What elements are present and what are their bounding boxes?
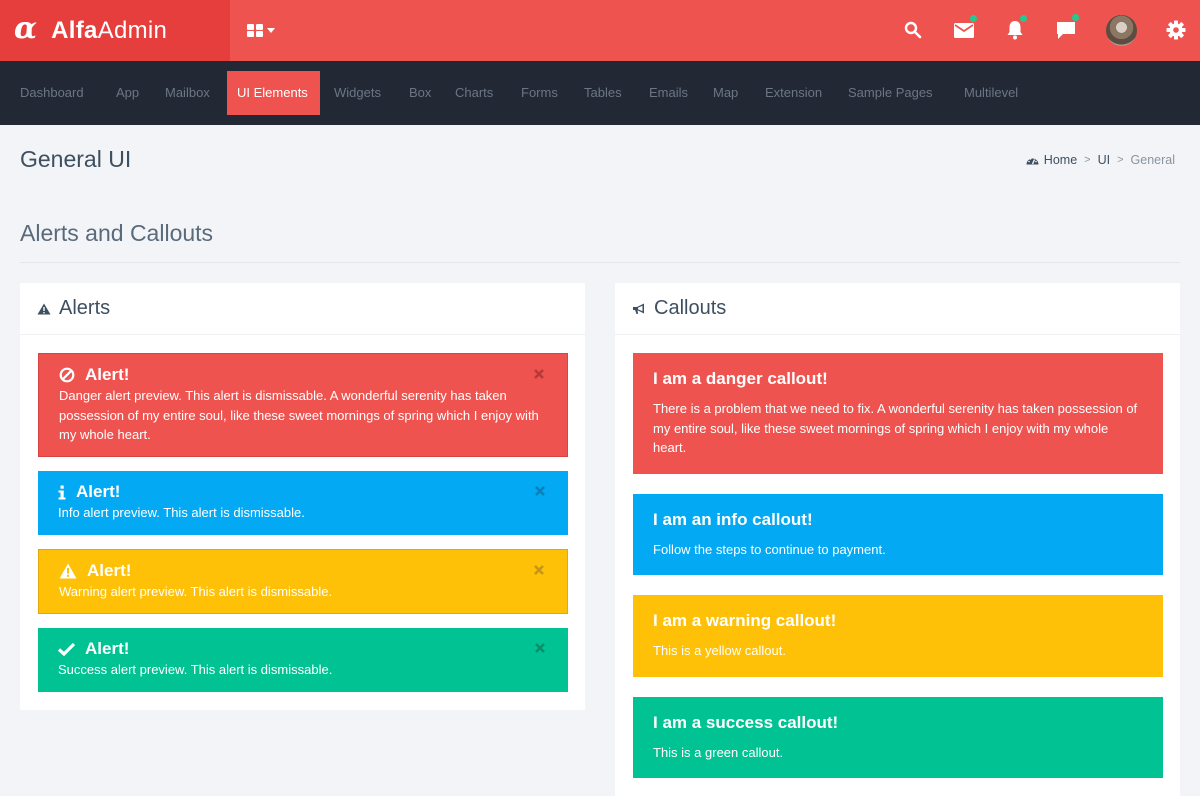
settings-button[interactable] xyxy=(1164,18,1188,42)
alert-success: Alert! Success alert preview. This alert… xyxy=(38,628,568,692)
gear-icon xyxy=(1166,20,1186,40)
alert-title: Alert! xyxy=(76,482,121,501)
breadcrumb-current: General xyxy=(1130,153,1175,167)
close-icon[interactable] xyxy=(534,485,546,497)
section-divider xyxy=(20,262,1180,263)
nav-item-ui-elements[interactable]: UI Elements xyxy=(227,71,320,115)
breadcrumb-separator: > xyxy=(1084,154,1091,166)
messages-button[interactable] xyxy=(1054,14,1079,42)
callout-text: This is a yellow callout. xyxy=(653,643,786,658)
alert-text: Success alert preview. This alert is dis… xyxy=(58,662,333,677)
close-icon[interactable] xyxy=(533,564,545,576)
nav-item-widgets[interactable]: Widgets xyxy=(324,71,391,115)
nav-item-mailbox[interactable]: Mailbox xyxy=(155,71,220,115)
alert-title: Alert! xyxy=(87,561,132,580)
search-button[interactable] xyxy=(901,18,925,42)
bell-icon xyxy=(1007,21,1023,40)
close-icon[interactable] xyxy=(533,368,545,380)
page-title: General UI xyxy=(20,146,132,172)
alert-info: Alert! Info alert preview. This alert is… xyxy=(38,471,568,535)
mail-icon xyxy=(954,23,974,38)
search-icon xyxy=(904,21,922,39)
callout-title: I am an info callout! xyxy=(653,510,813,529)
notifications-badge xyxy=(1020,15,1027,22)
alerts-box-title: Alerts xyxy=(59,297,111,319)
nav-item-forms[interactable]: Forms xyxy=(511,71,568,115)
close-icon[interactable] xyxy=(534,642,546,654)
mail-badge xyxy=(970,15,977,22)
alert-title: Alert! xyxy=(85,365,130,384)
breadcrumb-separator: > xyxy=(1117,154,1124,166)
messages-badge xyxy=(1072,14,1079,21)
warning-icon xyxy=(59,563,77,579)
nav-item-box[interactable]: Box xyxy=(399,71,441,115)
alert-text: Warning alert preview. This alert is dis… xyxy=(59,584,333,599)
callouts-box-header: Callouts xyxy=(615,283,1180,335)
callout-title: I am a success callout! xyxy=(653,713,839,732)
check-icon xyxy=(58,642,75,656)
nav-item-tables[interactable]: Tables xyxy=(574,71,632,115)
nav-item-multilevel[interactable]: Multilevel xyxy=(954,71,1028,115)
nav-item-app[interactable]: App xyxy=(106,71,149,115)
warning-icon xyxy=(37,303,51,314)
user-avatar[interactable] xyxy=(1106,15,1137,46)
alert-title: Alert! xyxy=(85,639,130,658)
callout-text: Follow the steps to continue to payment. xyxy=(653,542,886,557)
alert-text: Danger alert preview. This alert is dism… xyxy=(59,388,539,442)
ban-icon xyxy=(59,367,75,383)
main-nav: Dashboard App Mailbox UI Elements Widget… xyxy=(0,61,1200,125)
chat-icon xyxy=(1057,22,1075,39)
logo[interactable]: α AlfaAdmin xyxy=(0,0,230,61)
grid-icon xyxy=(247,23,263,37)
callout-warning: I am a warning callout! This is a yellow… xyxy=(633,595,1163,677)
alerts-box-header: Alerts xyxy=(20,283,585,335)
callouts-box-title: Callouts xyxy=(654,297,727,319)
info-icon xyxy=(58,485,66,499)
dashboard-gauge-icon xyxy=(1026,157,1039,164)
nav-item-extension[interactable]: Extension xyxy=(755,71,832,115)
breadcrumb-home[interactable]: Home xyxy=(1044,153,1077,167)
notifications-button[interactable] xyxy=(1003,15,1027,42)
callouts-box: Callouts I am a danger callout! There is… xyxy=(615,283,1180,796)
logo-text: AlfaAdmin xyxy=(51,17,167,45)
alert-danger: Alert! Danger alert preview. This alert … xyxy=(38,353,568,457)
callout-success: I am a success callout! This is a green … xyxy=(633,697,1163,778)
section-title: Alerts and Callouts xyxy=(20,220,214,246)
callout-info: I am an info callout! Follow the steps t… xyxy=(633,494,1163,575)
mail-button[interactable] xyxy=(952,15,977,42)
callout-danger: I am a danger callout! There is a proble… xyxy=(633,353,1163,474)
callout-text: There is a problem that we need to fix. … xyxy=(653,401,1138,455)
bullhorn-icon xyxy=(633,303,644,314)
top-header: α AlfaAdmin xyxy=(0,0,1200,61)
breadcrumb: Home > UI > General xyxy=(1026,153,1175,167)
logo-text-bold: Alfa xyxy=(51,16,98,44)
callout-text: This is a green callout. xyxy=(653,745,784,760)
nav-item-emails[interactable]: Emails xyxy=(639,71,698,115)
alerts-box: Alerts Alert! Danger alert preview. This… xyxy=(20,283,585,710)
callout-title: I am a warning callout! xyxy=(653,611,837,630)
callout-title: I am a danger callout! xyxy=(653,369,828,388)
alert-warning: Alert! Warning alert preview. This alert… xyxy=(38,549,568,614)
caret-down-icon xyxy=(267,27,275,33)
logo-text-light: Admin xyxy=(97,16,168,44)
nav-item-sample-pages[interactable]: Sample Pages xyxy=(838,71,943,115)
breadcrumb-ui[interactable]: UI xyxy=(1098,153,1111,167)
nav-item-map[interactable]: Map xyxy=(703,71,748,115)
apps-menu-button[interactable] xyxy=(247,20,275,40)
nav-item-charts[interactable]: Charts xyxy=(445,71,503,115)
nav-item-dashboard[interactable]: Dashboard xyxy=(10,71,94,115)
alert-text: Info alert preview. This alert is dismis… xyxy=(58,505,305,520)
logo-alpha-icon: α xyxy=(14,10,38,46)
